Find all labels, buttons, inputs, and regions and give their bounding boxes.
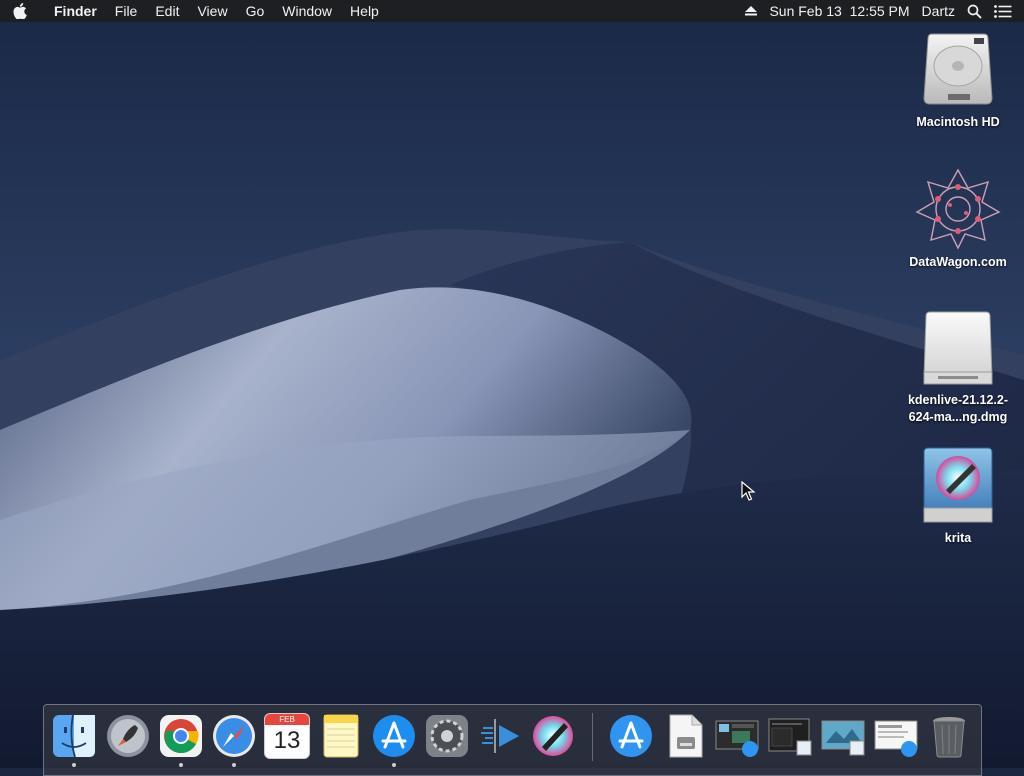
- spotlight-search-icon[interactable]: [967, 0, 982, 22]
- menu-window[interactable]: Window: [273, 0, 341, 22]
- running-indicator: [392, 763, 396, 767]
- notes-icon[interactable]: [318, 713, 364, 759]
- running-indicator: [179, 763, 183, 767]
- dock: FEB 13: [43, 704, 982, 776]
- calendar-day: 13: [273, 727, 301, 754]
- screenshot-stack-icon[interactable]: [767, 713, 813, 759]
- notification-center-icon[interactable]: [994, 0, 1012, 22]
- applications-folder-icon[interactable]: [608, 713, 654, 759]
- screenshot-stack-icon[interactable]: [820, 713, 866, 759]
- datawagon-logo-icon: [915, 168, 1001, 250]
- screenshot-stack-icon[interactable]: [714, 713, 760, 759]
- desktop-wallpaper: [0, 0, 1024, 768]
- launchpad-icon[interactable]: [105, 713, 151, 759]
- apple-menu-icon[interactable]: [0, 0, 40, 22]
- document-stack-icon[interactable]: [662, 713, 708, 759]
- menu-go[interactable]: Go: [237, 0, 274, 22]
- desktop-icon-label: kdenlive-21.12.2- 624-ma...ng.dmg: [907, 393, 1009, 424]
- mouse-cursor-icon: [741, 481, 755, 501]
- menubar-user[interactable]: Dartz: [922, 0, 955, 22]
- hard-drive-icon: [923, 33, 993, 105]
- running-indicator: [232, 763, 236, 767]
- desktop-icon-label: DataWagon.com: [909, 255, 1007, 269]
- disk-image-icon: [923, 311, 993, 385]
- app-store-icon[interactable]: [371, 713, 417, 759]
- menu-file[interactable]: File: [106, 0, 147, 22]
- desktop-icon-kdenlive-dmg[interactable]: kdenlive-21.12.2- 624-ma...ng.dmg: [903, 308, 1013, 426]
- safari-icon[interactable]: [211, 713, 257, 759]
- running-indicator: [72, 763, 76, 767]
- dock-separator: [592, 713, 593, 761]
- kdenlive-icon[interactable]: [477, 713, 523, 759]
- screenshot-stack-icon[interactable]: [873, 713, 919, 759]
- chrome-icon[interactable]: [158, 713, 204, 759]
- desktop-icon-label: krita: [944, 531, 972, 545]
- menu-bar: Finder File Edit View Go Window Help Sun…: [0, 0, 1024, 22]
- calendar-month: FEB: [265, 714, 309, 725]
- menu-edit[interactable]: Edit: [146, 0, 188, 22]
- system-preferences-icon[interactable]: [424, 713, 470, 759]
- menu-help[interactable]: Help: [341, 0, 388, 22]
- menu-view[interactable]: View: [188, 0, 236, 22]
- trash-icon[interactable]: [926, 713, 972, 759]
- desktop-icon-datawagon[interactable]: DataWagon.com: [903, 166, 1013, 271]
- desktop-icon-krita[interactable]: krita: [903, 446, 1013, 547]
- desktop-icon-label: Macintosh HD: [916, 115, 1000, 129]
- calendar-icon[interactable]: FEB 13: [264, 713, 310, 759]
- krita-icon[interactable]: [530, 713, 576, 759]
- eject-icon[interactable]: [745, 0, 758, 22]
- desktop-icon-macintosh-hd[interactable]: Macintosh HD: [903, 30, 1013, 131]
- menubar-clock[interactable]: Sun Feb 13 12:55 PM: [769, 0, 909, 22]
- menu-app-name[interactable]: Finder: [40, 0, 106, 22]
- krita-volume-icon: [923, 447, 993, 523]
- finder-icon[interactable]: [51, 713, 97, 759]
